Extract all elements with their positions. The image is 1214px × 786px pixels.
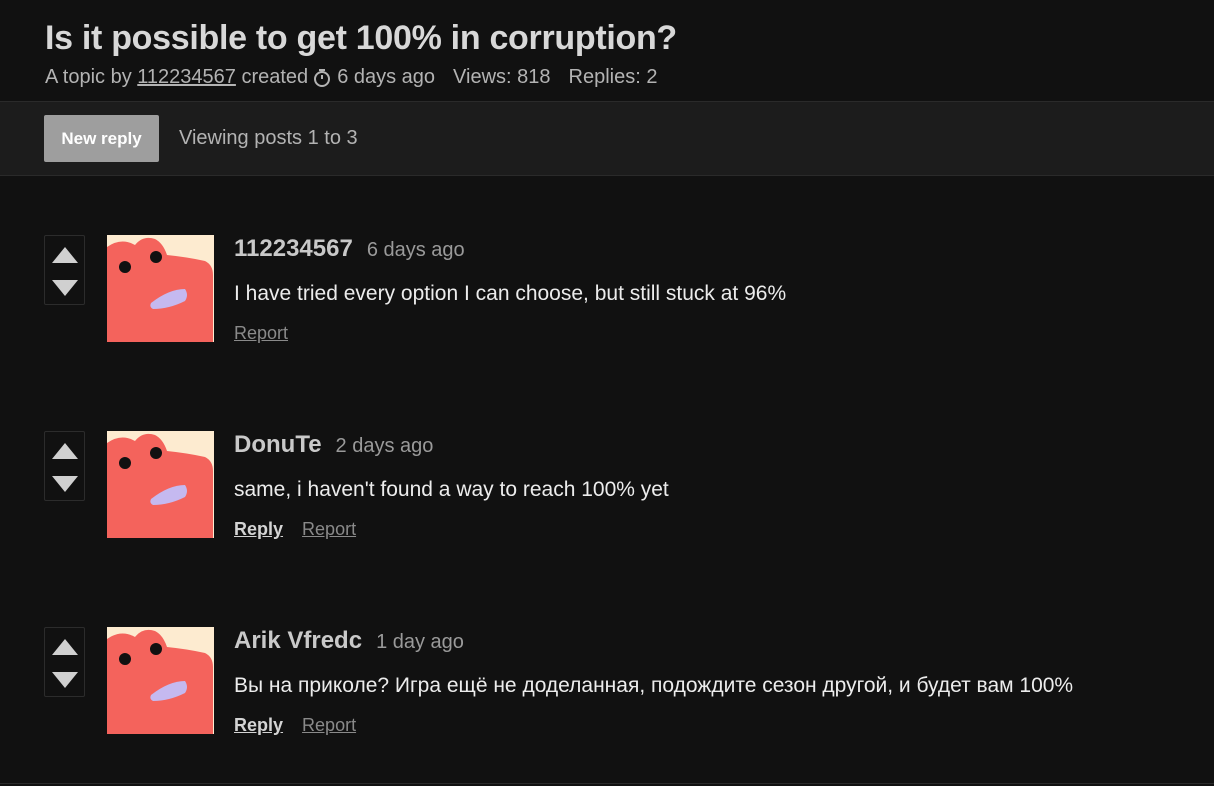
topic-created-ago: 6 days ago — [337, 66, 436, 88]
topic-by-prefix: A topic by — [45, 66, 132, 88]
post-actions: Reply Report — [234, 519, 669, 540]
post-content: DonuTe 2 days ago same, i haven't found … — [234, 431, 669, 540]
vote-box — [44, 431, 85, 501]
topic-header: Is it possible to get 100% in corruption… — [0, 0, 1214, 102]
topic-toolbar: New reply Viewing posts 1 to 3 — [0, 102, 1214, 176]
post-time: 2 days ago — [335, 435, 434, 457]
post-item: 112234567 6 days ago I have tried every … — [44, 235, 1204, 345]
avatar[interactable] — [107, 431, 214, 538]
post-time: 6 days ago — [366, 239, 465, 261]
post-content: 112234567 6 days ago I have tried every … — [234, 235, 786, 344]
vote-box — [44, 235, 85, 305]
stopwatch-icon — [314, 68, 331, 87]
vote-box — [44, 627, 85, 697]
topic-meta: A topic by 112234567 created 6 days ago … — [45, 66, 1169, 89]
replies-count: Replies: 2 — [568, 66, 658, 88]
viewing-posts-text: Viewing posts 1 to 3 — [179, 127, 358, 149]
post-item: Arik Vfredc 1 day ago Вы на приколе? Игр… — [44, 627, 1204, 737]
page-title: Is it possible to get 100% in corruption… — [45, 19, 677, 57]
post-content: Arik Vfredc 1 day ago Вы на приколе? Игр… — [234, 627, 1073, 736]
avatar[interactable] — [107, 235, 214, 342]
reply-link[interactable]: Reply — [234, 519, 283, 539]
views-count: Views: 818 — [453, 66, 551, 88]
post-time: 1 day ago — [376, 631, 464, 653]
topic-created-label: created — [241, 66, 309, 88]
report-link[interactable]: Report — [302, 519, 356, 539]
post-actions: Report — [234, 323, 786, 344]
post-body: I have tried every option I can choose, … — [234, 282, 787, 305]
divider — [0, 783, 1214, 784]
post-author[interactable]: Arik Vfredc — [234, 627, 362, 655]
downvote-icon[interactable] — [52, 672, 78, 688]
new-reply-button[interactable]: New reply — [44, 115, 159, 162]
upvote-icon[interactable] — [52, 247, 78, 263]
post-body: same, i haven't found a way to reach 100… — [234, 478, 669, 501]
post-author[interactable]: DonuTe — [234, 431, 322, 459]
downvote-icon[interactable] — [52, 280, 78, 296]
upvote-icon[interactable] — [52, 639, 78, 655]
report-link[interactable]: Report — [302, 715, 356, 735]
topic-author-link[interactable]: 112234567 — [137, 66, 236, 89]
avatar[interactable] — [107, 627, 214, 734]
post-body: Вы на приколе? Игра ещё не доделанная, п… — [234, 674, 1074, 697]
downvote-icon[interactable] — [52, 476, 78, 492]
post-actions: Reply Report — [234, 715, 1073, 736]
reply-link[interactable]: Reply — [234, 715, 283, 735]
post-item: DonuTe 2 days ago same, i haven't found … — [44, 431, 1204, 541]
post-author[interactable]: 112234567 — [234, 235, 353, 263]
report-link[interactable]: Report — [234, 323, 288, 343]
upvote-icon[interactable] — [52, 443, 78, 459]
